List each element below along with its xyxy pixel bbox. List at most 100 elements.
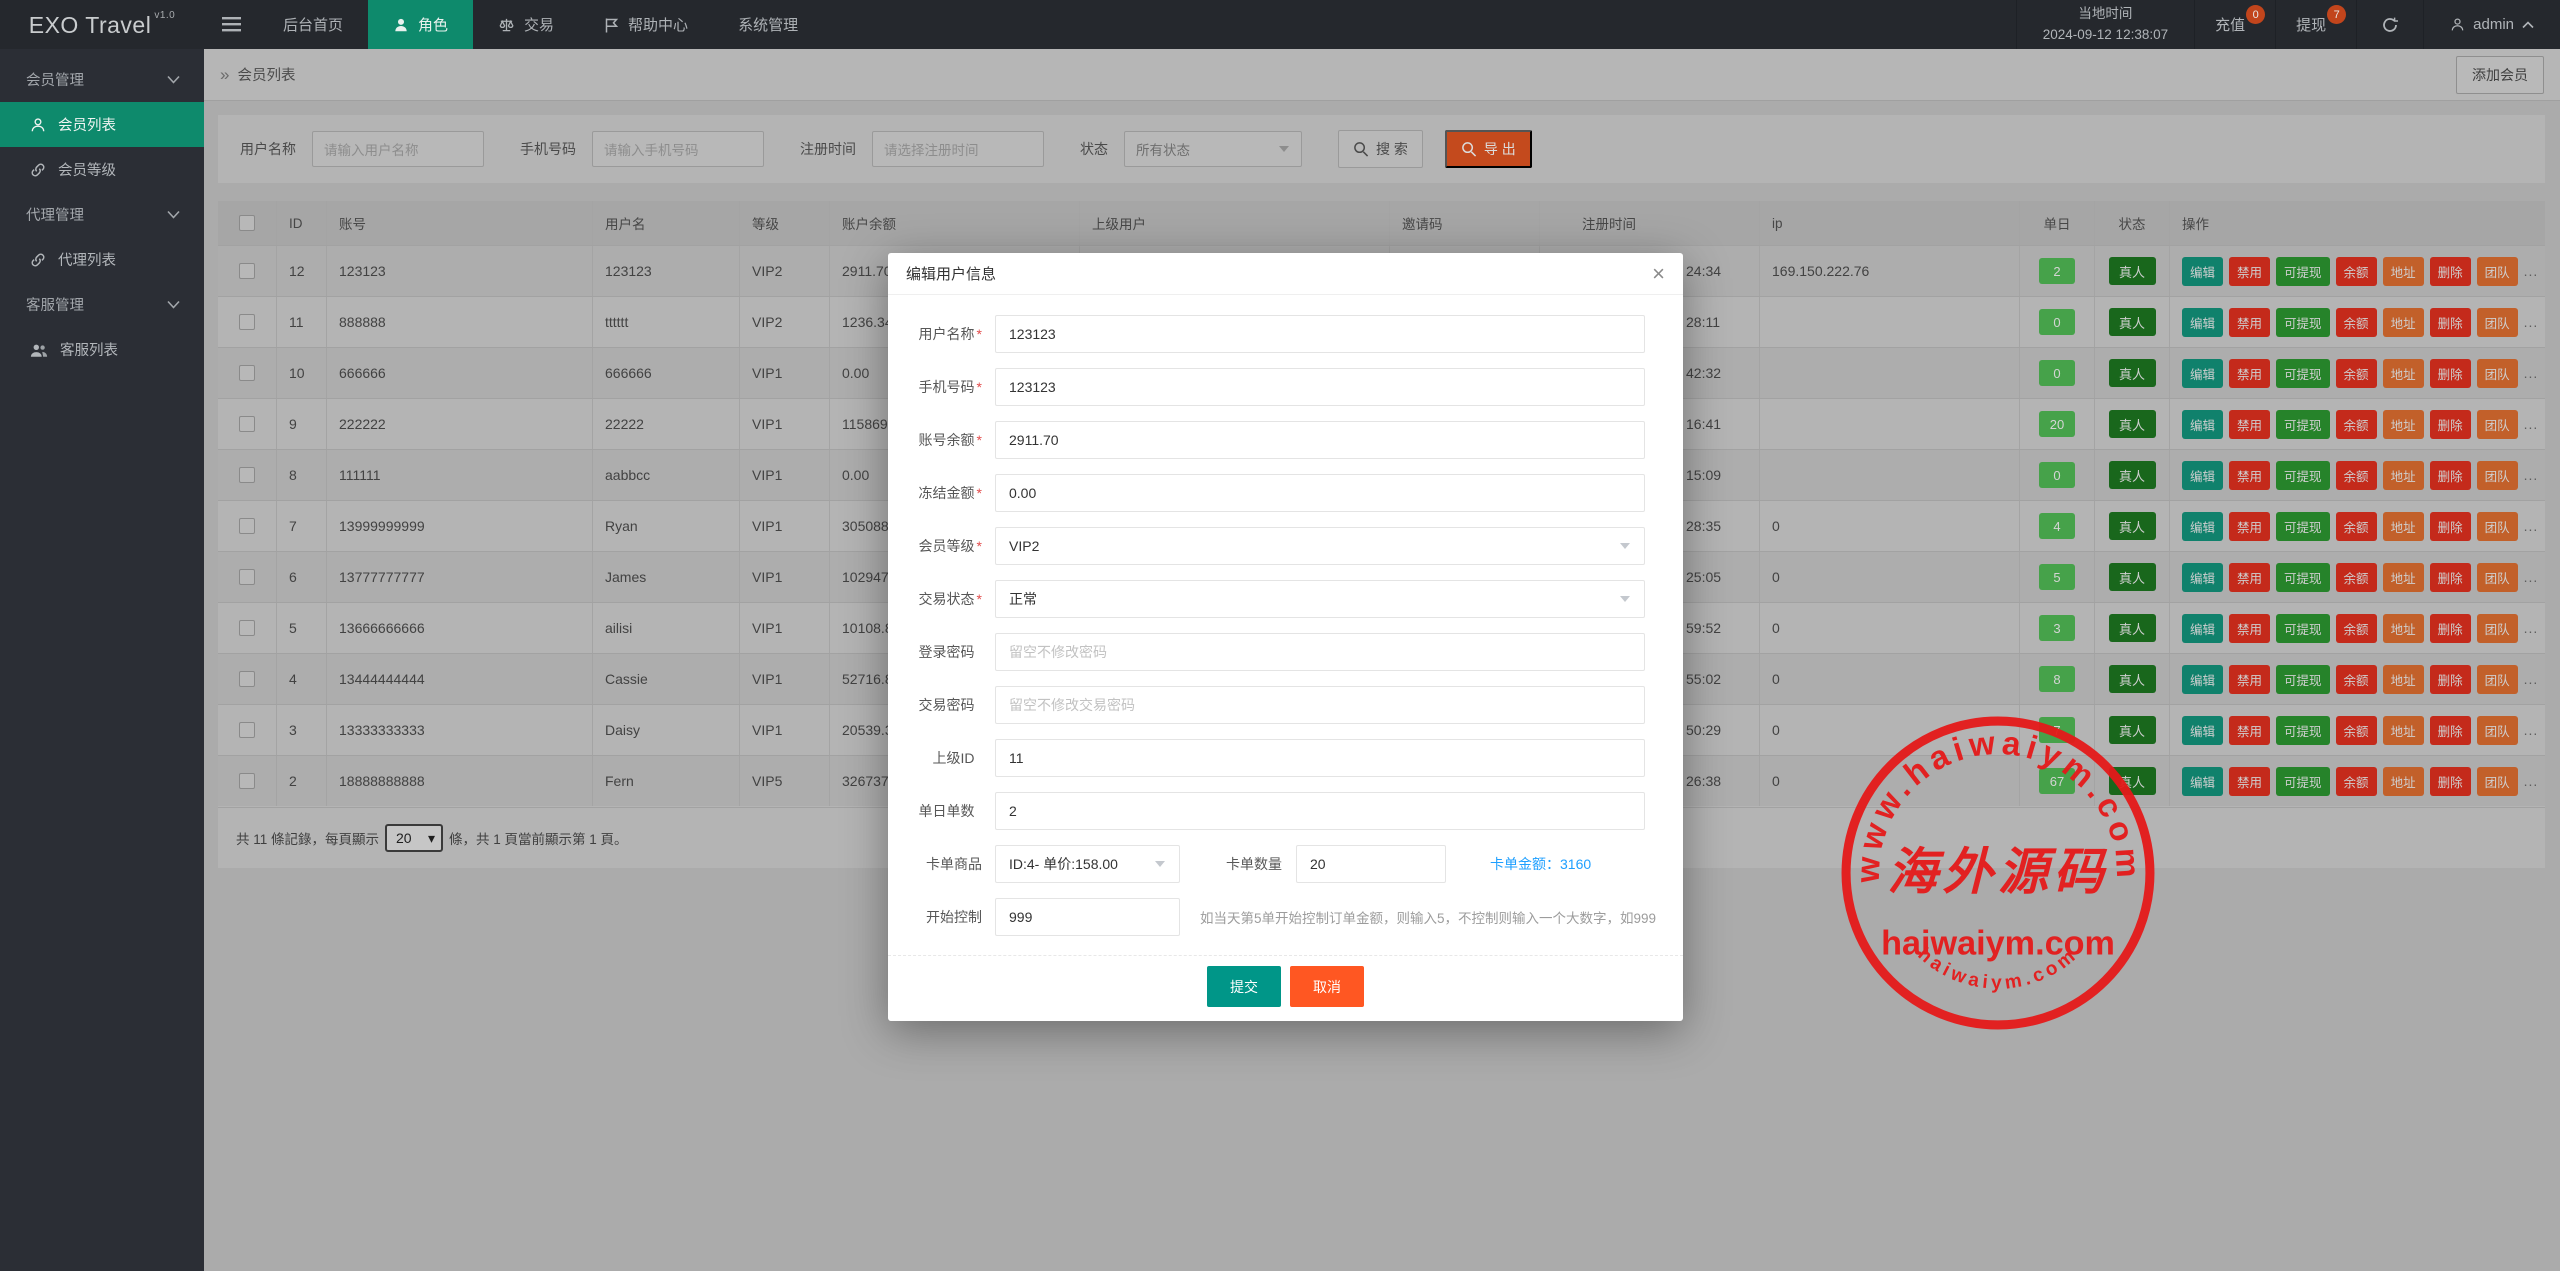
action-button-6[interactable]: 团队 (2477, 359, 2518, 388)
action-button-5[interactable]: 删除 (2430, 461, 2471, 490)
search-button[interactable]: 搜 索 (1338, 130, 1423, 168)
nav-item-roles[interactable]: 角色 (368, 0, 473, 49)
action-button-4[interactable]: 地址 (2383, 461, 2424, 490)
action-button-6[interactable]: 团队 (2477, 410, 2518, 439)
row-checkbox[interactable] (239, 416, 255, 432)
action-button-0[interactable]: 编辑 (2182, 665, 2223, 694)
select-all-checkbox[interactable] (239, 215, 255, 231)
action-button-6[interactable]: 团队 (2477, 461, 2518, 490)
action-button-3[interactable]: 余额 (2336, 767, 2377, 796)
action-button-1[interactable]: 禁用 (2229, 308, 2270, 337)
action-button-4[interactable]: 地址 (2383, 614, 2424, 643)
action-button-6[interactable]: 团队 (2477, 716, 2518, 745)
action-button-5[interactable]: 删除 (2430, 257, 2471, 286)
field-input[interactable]: 123123 (995, 315, 1645, 353)
action-button-3[interactable]: 余额 (2336, 512, 2377, 541)
field-input[interactable]: 留空不修改密码 (995, 633, 1645, 671)
withdraw-menu[interactable]: 提现 7 (2275, 0, 2356, 49)
action-button-6[interactable]: 团队 (2477, 665, 2518, 694)
sidebar-item-support-list[interactable]: 客服列表 (0, 327, 204, 372)
action-button-0[interactable]: 编辑 (2182, 359, 2223, 388)
sidebar-item-member-list[interactable]: 会员列表 (0, 102, 204, 147)
sidebar-group-agents[interactable]: 代理管理 (0, 192, 204, 237)
field-input[interactable]: 2 (995, 792, 1645, 830)
more-actions[interactable]: ... (2524, 722, 2539, 738)
action-button-5[interactable]: 删除 (2430, 512, 2471, 541)
action-button-4[interactable]: 地址 (2383, 359, 2424, 388)
action-button-1[interactable]: 禁用 (2229, 359, 2270, 388)
action-button-2[interactable]: 可提现 (2276, 410, 2330, 439)
action-button-2[interactable]: 可提现 (2276, 614, 2330, 643)
field-input[interactable]: 123123 (995, 368, 1645, 406)
action-button-1[interactable]: 禁用 (2229, 410, 2270, 439)
action-button-3[interactable]: 余额 (2336, 410, 2377, 439)
status-badge[interactable]: 真人 (2109, 359, 2156, 387)
hamburger-menu-icon[interactable] (204, 0, 258, 49)
action-button-5[interactable]: 删除 (2430, 767, 2471, 796)
action-button-1[interactable]: 禁用 (2229, 716, 2270, 745)
action-button-2[interactable]: 可提现 (2276, 257, 2330, 286)
regtime-filter-input[interactable]: 请选择注册时间 (872, 131, 1044, 167)
control-start-input[interactable]: 999 (995, 898, 1180, 936)
action-button-2[interactable]: 可提现 (2276, 767, 2330, 796)
action-button-6[interactable]: 团队 (2477, 257, 2518, 286)
action-button-6[interactable]: 团队 (2477, 512, 2518, 541)
export-button[interactable]: 导 出 (1445, 130, 1532, 168)
action-button-4[interactable]: 地址 (2383, 563, 2424, 592)
action-button-4[interactable]: 地址 (2383, 767, 2424, 796)
status-badge[interactable]: 真人 (2109, 665, 2156, 693)
row-checkbox[interactable] (239, 314, 255, 330)
per-page-select[interactable]: 20 ▾ (385, 824, 443, 852)
more-actions[interactable]: ... (2524, 314, 2539, 330)
action-button-4[interactable]: 地址 (2383, 512, 2424, 541)
action-button-2[interactable]: 可提现 (2276, 716, 2330, 745)
row-checkbox[interactable] (239, 518, 255, 534)
row-checkbox[interactable] (239, 467, 255, 483)
action-button-4[interactable]: 地址 (2383, 716, 2424, 745)
status-badge[interactable]: 真人 (2109, 512, 2156, 540)
refresh-button[interactable] (2356, 0, 2423, 49)
action-button-3[interactable]: 余额 (2336, 614, 2377, 643)
close-icon[interactable]: × (1652, 263, 1665, 285)
action-button-0[interactable]: 编辑 (2182, 461, 2223, 490)
sidebar-group-members[interactable]: 会员管理 (0, 57, 204, 102)
action-button-4[interactable]: 地址 (2383, 665, 2424, 694)
sidebar-item-agent-list[interactable]: 代理列表 (0, 237, 204, 282)
submit-button[interactable]: 提交 (1207, 966, 1281, 1007)
status-badge[interactable]: 真人 (2109, 461, 2156, 489)
nav-item-dashboard[interactable]: 后台首页 (258, 0, 368, 49)
action-button-3[interactable]: 余额 (2336, 563, 2377, 592)
action-button-2[interactable]: 可提现 (2276, 512, 2330, 541)
add-member-button[interactable]: 添加会员 (2456, 56, 2544, 94)
action-button-5[interactable]: 删除 (2430, 563, 2471, 592)
action-button-5[interactable]: 删除 (2430, 614, 2471, 643)
more-actions[interactable]: ... (2524, 467, 2539, 483)
status-badge[interactable]: 真人 (2109, 614, 2156, 642)
action-button-1[interactable]: 禁用 (2229, 563, 2270, 592)
action-button-4[interactable]: 地址 (2383, 410, 2424, 439)
field-input[interactable]: 0.00 (995, 474, 1645, 512)
card-qty-input[interactable]: 20 (1296, 845, 1446, 883)
action-button-1[interactable]: 禁用 (2229, 257, 2270, 286)
status-badge[interactable]: 真人 (2109, 563, 2156, 591)
status-filter-select[interactable]: 所有状态 (1124, 131, 1302, 167)
status-badge[interactable]: 真人 (2109, 716, 2156, 744)
action-button-6[interactable]: 团队 (2477, 614, 2518, 643)
field-input[interactable]: 11 (995, 739, 1645, 777)
status-badge[interactable]: 真人 (2109, 410, 2156, 438)
action-button-4[interactable]: 地址 (2383, 308, 2424, 337)
field-input[interactable]: 正常 (995, 580, 1645, 618)
cancel-button[interactable]: 取消 (1290, 966, 1364, 1007)
action-button-0[interactable]: 编辑 (2182, 563, 2223, 592)
row-checkbox[interactable] (239, 620, 255, 636)
card-product-select[interactable]: ID:4- 单价:158.00 (995, 845, 1180, 883)
action-button-2[interactable]: 可提现 (2276, 308, 2330, 337)
status-badge[interactable]: 真人 (2109, 257, 2156, 285)
action-button-6[interactable]: 团队 (2477, 563, 2518, 592)
sidebar-group-support[interactable]: 客服管理 (0, 282, 204, 327)
action-button-1[interactable]: 禁用 (2229, 614, 2270, 643)
row-checkbox[interactable] (239, 569, 255, 585)
sidebar-item-member-levels[interactable]: 会员等级 (0, 147, 204, 192)
nav-item-system[interactable]: 系统管理 (713, 0, 823, 49)
nav-item-help[interactable]: 帮助中心 (579, 0, 713, 49)
